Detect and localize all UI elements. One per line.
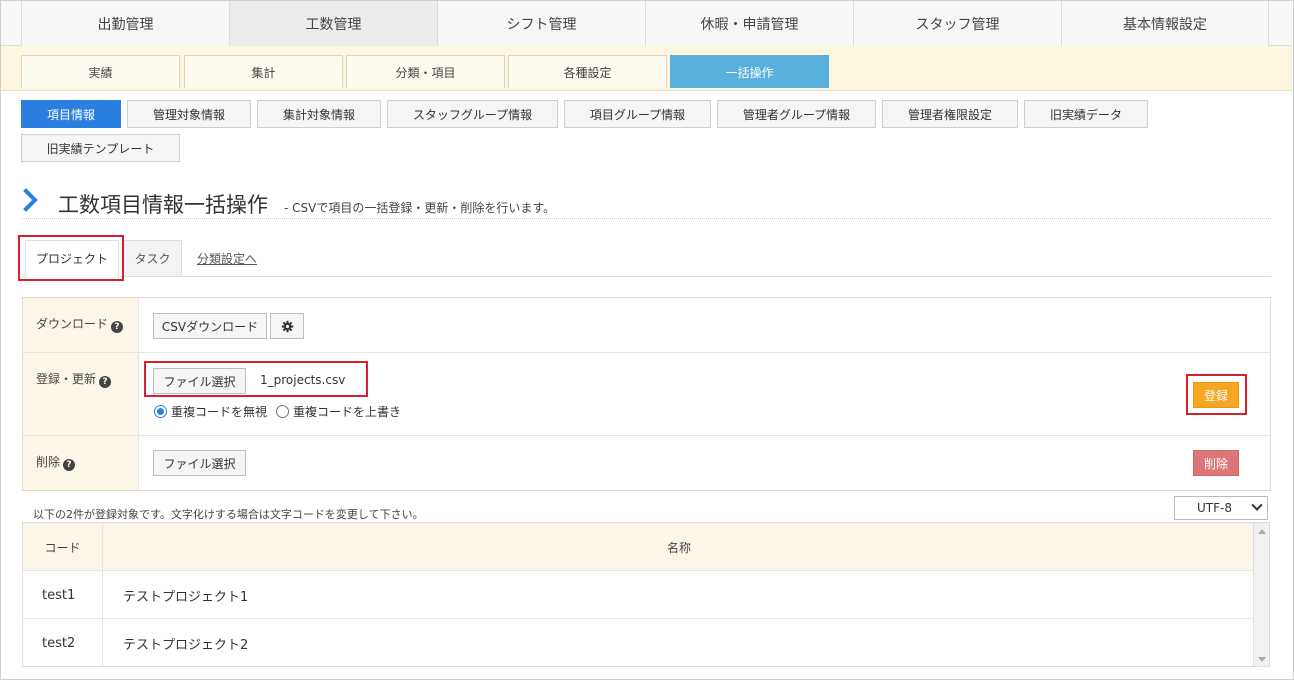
radio-ignore-duplicate[interactable]: 重複コードを無視 bbox=[154, 403, 267, 420]
sub-nav-bulk-ops[interactable]: 一括操作 bbox=[670, 55, 829, 88]
top-nav: 出勤管理 工数管理 シフト管理 休暇・申請管理 スタッフ管理 基本情報設定 bbox=[1, 1, 1292, 46]
registration-note: 以下の2件が登録対象です。文字化けする場合は文字コードを変更して下さい。 bbox=[33, 508, 424, 521]
staff-group-button[interactable]: スタッフグループ情報 bbox=[387, 100, 558, 128]
scroll-up-icon[interactable] bbox=[1258, 529, 1266, 534]
top-nav-shift[interactable]: シフト管理 bbox=[437, 1, 645, 46]
cell-code: test1 bbox=[42, 587, 76, 603]
chevron-down-icon bbox=[1251, 499, 1263, 511]
top-nav-basic-settings[interactable]: 基本情報設定 bbox=[1061, 1, 1269, 46]
old-results-template-button[interactable]: 旧実績テンプレート bbox=[21, 134, 180, 162]
column-header-name: 名称 bbox=[666, 540, 691, 555]
admin-group-button[interactable]: 管理者グループ情報 bbox=[717, 100, 876, 128]
help-icon[interactable]: ? bbox=[63, 459, 76, 471]
radio-button-checked[interactable] bbox=[154, 405, 167, 418]
top-nav-staff[interactable]: スタッフ管理 bbox=[853, 1, 1061, 46]
aggregate-target-button[interactable]: 集計対象情報 bbox=[257, 100, 381, 128]
sub-nav-settings[interactable]: 各種設定 bbox=[508, 55, 667, 88]
gear-button[interactable] bbox=[270, 313, 304, 339]
highlight-file-select bbox=[144, 361, 368, 397]
highlight-register-button bbox=[1186, 374, 1247, 415]
cell-code: test2 bbox=[42, 635, 76, 651]
page-title: 工数項目情報一括操作 bbox=[58, 193, 268, 217]
top-nav-leave[interactable]: 休暇・申請管理 bbox=[645, 1, 853, 46]
managed-target-button[interactable]: 管理対象情報 bbox=[127, 100, 251, 128]
category-settings-link[interactable]: 分類設定へ bbox=[190, 240, 264, 277]
preview-table: コード 名称 test1 テストプロジェクト1 test2 テストプロジェクト2 bbox=[22, 522, 1270, 667]
csv-download-button[interactable]: CSVダウンロード bbox=[153, 313, 267, 339]
table-row: test2 テストプロジェクト2 bbox=[23, 619, 1255, 666]
register-label: 登録・更新? bbox=[23, 353, 139, 435]
download-label: ダウンロード? bbox=[23, 298, 139, 352]
cell-name: テストプロジェクト1 bbox=[123, 589, 249, 605]
chevron-right-icon bbox=[23, 188, 38, 212]
tab-task[interactable]: タスク bbox=[123, 240, 182, 277]
table-row: test1 テストプロジェクト1 bbox=[23, 571, 1255, 619]
page-subtitle: - CSVで項目の一括登録・更新・削除を行います。 bbox=[284, 201, 556, 215]
delete-row: 削除? ファイル選択 削除 bbox=[23, 436, 1270, 490]
table-scrollbar[interactable] bbox=[1253, 523, 1269, 666]
old-results-data-button[interactable]: 旧実績データ bbox=[1024, 100, 1148, 128]
sub-nav: 実績 集計 分類・項目 各種設定 一括操作 bbox=[1, 46, 1292, 91]
gear-icon bbox=[281, 320, 293, 332]
delete-file-select-button[interactable]: ファイル選択 bbox=[153, 450, 246, 476]
top-nav-manhours[interactable]: 工数管理 bbox=[229, 1, 437, 46]
delete-label: 削除? bbox=[23, 436, 139, 490]
item-group-button[interactable]: 項目グループ情報 bbox=[564, 100, 711, 128]
highlight-project-tab bbox=[18, 235, 124, 281]
download-row: ダウンロード? CSVダウンロード bbox=[23, 298, 1270, 353]
sub-nav-summary[interactable]: 集計 bbox=[184, 55, 343, 88]
admin-permission-button[interactable]: 管理者権限設定 bbox=[882, 100, 1018, 128]
help-icon[interactable]: ? bbox=[99, 376, 112, 388]
table-header: コード 名称 bbox=[23, 523, 1255, 571]
radio-button[interactable] bbox=[276, 405, 289, 418]
item-info-button[interactable]: 項目情報 bbox=[21, 100, 121, 128]
column-divider bbox=[102, 523, 103, 666]
page-title-row: 工数項目情報一括操作 - CSVで項目の一括登録・更新・削除を行います。 bbox=[22, 186, 1271, 219]
encoding-select[interactable]: UTF-8 bbox=[1174, 496, 1268, 520]
column-header-code: コード bbox=[44, 540, 81, 555]
top-nav-attendance[interactable]: 出勤管理 bbox=[21, 1, 229, 46]
scroll-down-icon[interactable] bbox=[1258, 657, 1266, 662]
encoding-value: UTF-8 bbox=[1197, 501, 1232, 515]
radio-overwrite-duplicate[interactable]: 重複コードを上書き bbox=[276, 403, 401, 420]
delete-button[interactable]: 削除 bbox=[1193, 450, 1239, 476]
cell-name: テストプロジェクト2 bbox=[123, 637, 249, 653]
sub-nav-results[interactable]: 実績 bbox=[21, 55, 180, 88]
sub-nav-categories[interactable]: 分類・項目 bbox=[346, 55, 505, 88]
help-icon[interactable]: ? bbox=[111, 321, 124, 333]
